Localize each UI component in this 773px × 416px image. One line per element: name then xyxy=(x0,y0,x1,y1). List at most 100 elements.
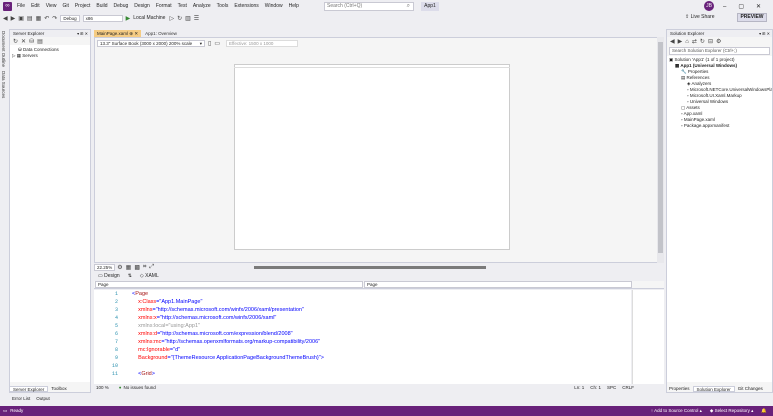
menu-git[interactable]: Git xyxy=(62,3,68,9)
expand-icon[interactable]: ⤢ xyxy=(149,264,154,271)
tab-mainpage-xaml[interactable]: MainPage.xaml ⊕ ✕ xyxy=(94,30,142,37)
notifications-icon[interactable]: 🔔 xyxy=(761,406,767,416)
snap-icon[interactable]: ▩ xyxy=(134,264,140,271)
selector-label: Page xyxy=(98,282,109,287)
menu-extensions[interactable]: Extensions xyxy=(234,3,258,9)
grid-icon[interactable]: ▦ xyxy=(126,264,132,271)
device-dropdown[interactable]: 13.3" Surface Book (3000 x 2000) 200% sc… xyxy=(97,39,205,47)
minimize-icon[interactable]: – xyxy=(723,4,726,10)
horizontal-scrollbar[interactable] xyxy=(254,266,486,269)
layout-icon[interactable]: ☰ xyxy=(194,15,199,22)
back-icon[interactable]: ◀ xyxy=(670,38,675,45)
new-item-icon[interactable]: ▣ xyxy=(18,15,24,22)
menu-edit[interactable]: Edit xyxy=(31,3,40,9)
home-icon[interactable]: ⌂ xyxy=(685,39,689,45)
menu-view[interactable]: View xyxy=(46,3,57,9)
tree-item-servers[interactable]: ▷ ▦ Servers xyxy=(12,53,88,59)
stop-icon[interactable]: ✕ xyxy=(21,38,26,45)
design-canvas[interactable] xyxy=(234,64,510,250)
menu-project[interactable]: Project xyxy=(75,3,91,9)
search-input[interactable]: Search (Ctrl+Q) ⌕ xyxy=(324,2,414,11)
config-dropdown[interactable]: Debug xyxy=(60,14,80,22)
avatar[interactable]: JB xyxy=(704,1,714,11)
open-icon[interactable]: ▤ xyxy=(27,15,33,22)
back-icon[interactable]: ◀ xyxy=(3,15,8,22)
tab-toolbox[interactable]: Toolbox xyxy=(48,386,70,392)
menu-window[interactable]: Window xyxy=(265,3,283,9)
forward-icon[interactable]: ▶ xyxy=(11,15,16,22)
tab-output[interactable]: Output xyxy=(33,396,53,402)
tab-properties[interactable]: Properties xyxy=(666,386,693,392)
pane-controls-icon[interactable]: ▾ ⊞ ✕ xyxy=(759,30,770,37)
code-token: < xyxy=(132,371,142,377)
menu-format[interactable]: Format xyxy=(156,3,172,9)
line-number: 9 xyxy=(114,355,118,361)
solution-search-input[interactable]: Search Solution Explorer (Ctrl+;) xyxy=(669,47,770,55)
editor-zoom[interactable]: 100 % xyxy=(96,385,109,390)
swap-icon[interactable]: ⇅ xyxy=(128,273,132,279)
menu-design[interactable]: Design xyxy=(134,3,150,9)
scrollbar-thumb[interactable] xyxy=(658,42,663,253)
refresh-icon[interactable]: ↻ xyxy=(13,38,18,45)
portrait-icon[interactable]: ▯ xyxy=(208,40,211,47)
tab-server-explorer[interactable]: Server Explorer xyxy=(9,386,49,392)
redo-icon[interactable]: ↷ xyxy=(52,15,57,22)
connect-server-icon[interactable]: ▤ xyxy=(37,38,43,45)
settings-icon[interactable]: ⚙ xyxy=(117,264,122,271)
connect-database-icon[interactable]: ⛁ xyxy=(29,38,34,45)
run-target-button[interactable]: Local Machine xyxy=(133,15,165,21)
close-icon[interactable]: ✕ xyxy=(756,3,761,10)
run-without-debug-icon[interactable]: ▷ xyxy=(169,15,174,22)
code-token: "http://schemas.microsoft.com/winfx/2006… xyxy=(155,307,304,313)
xaml-tab[interactable]: ◇ XAML xyxy=(140,273,159,279)
xaml-tab-label: XAML xyxy=(145,273,159,279)
tab-error-list[interactable]: Error List xyxy=(9,396,33,402)
landscape-icon[interactable]: ▭ xyxy=(214,40,220,47)
live-share-button[interactable]: ⇪ Live Share xyxy=(685,14,715,20)
add-source-control-button[interactable]: ↑ Add to Source Control ▴ xyxy=(651,406,702,416)
xaml-code-editor[interactable]: 1 2 3 4 5 6 7 8 9 10 11 <Page x:Class="App1.MainPa… xyxy=(94,290,631,384)
issues-label[interactable]: No issues found xyxy=(123,385,155,390)
run-icon[interactable]: ▶ xyxy=(126,15,131,22)
design-tab[interactable]: ▭ Design xyxy=(98,273,120,279)
tab-app1-overview[interactable]: App1: Overview xyxy=(142,30,180,37)
platform-dropdown[interactable]: x86 xyxy=(82,14,123,22)
forward-icon[interactable]: ▶ xyxy=(678,38,683,45)
menu-help[interactable]: Help xyxy=(289,3,299,9)
sync-icon[interactable]: ↻ xyxy=(700,38,705,45)
left-element-selector[interactable]: Page xyxy=(95,281,363,288)
collapse-icon[interactable]: ⊟ xyxy=(708,38,713,45)
line-ending[interactable]: CRLF xyxy=(622,385,634,390)
pin-icon[interactable]: ⊕ xyxy=(129,31,133,36)
status-bar: ▭ Ready ↑ Add to Source Control ▴ ◆ Sele… xyxy=(0,406,773,416)
solution-tree-item[interactable]: ▫ Package.appxmanifest xyxy=(667,123,772,129)
code-token: mc:Ignorable xyxy=(132,347,170,353)
tab-solution-explorer[interactable]: Solution Explorer xyxy=(692,386,735,392)
visual-studio-logo-icon: ∞ xyxy=(3,2,12,11)
preview-button[interactable]: PREVIEW xyxy=(737,13,767,22)
document-outline-tab[interactable]: Document Outline xyxy=(1,31,6,67)
switch-views-icon[interactable]: ⇄ xyxy=(692,38,697,45)
code-minimap[interactable] xyxy=(632,290,664,384)
save-icon[interactable]: ▦ xyxy=(36,15,42,22)
zoom-dropdown[interactable]: 22.25% xyxy=(94,263,116,271)
data-sources-tab[interactable]: Data Sources xyxy=(1,71,6,98)
indent-mode[interactable]: SPC xyxy=(607,385,616,390)
fit-icon[interactable]: ⌗ xyxy=(143,264,146,271)
select-repository-button[interactable]: ◆ Select Repository ▴ xyxy=(710,406,754,416)
menu-tools[interactable]: Tools xyxy=(217,3,229,9)
refresh-icon[interactable]: ↻ xyxy=(177,15,182,22)
undo-icon[interactable]: ↶ xyxy=(44,15,49,22)
menu-analyze[interactable]: Analyze xyxy=(193,3,211,9)
settings-icon[interactable]: ⚙ xyxy=(716,38,721,45)
menu-test[interactable]: Test xyxy=(178,3,187,9)
maximize-icon[interactable]: ▢ xyxy=(738,3,744,10)
pane-controls-icon[interactable]: ▾ ⊞ ✕ xyxy=(77,30,88,37)
right-element-selector[interactable]: Page xyxy=(364,281,632,288)
close-icon[interactable]: ✕ xyxy=(134,31,138,36)
menu-debug[interactable]: Debug xyxy=(114,3,129,9)
tool-icon[interactable]: ▥ xyxy=(185,15,191,22)
menu-file[interactable]: File xyxy=(17,3,25,9)
menu-build[interactable]: Build xyxy=(96,3,107,9)
tab-git-changes[interactable]: Git Changes xyxy=(735,386,766,392)
